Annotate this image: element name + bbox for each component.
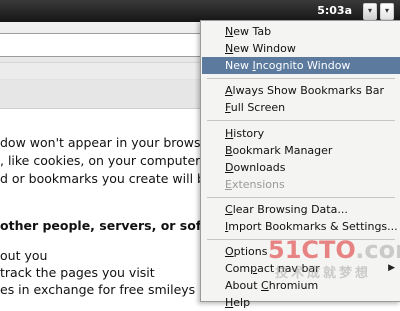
menu-item-extensions: Extensions: [202, 176, 400, 193]
watermark-domain: .com: [355, 236, 400, 264]
menu-item-always-show-bookmarks-bar[interactable]: Always Show Bookmarks Bar: [202, 82, 400, 99]
page-text-line: dow won't appear in your browser: [0, 135, 214, 150]
watermark-slogan: 技术成就梦想: [275, 266, 372, 281]
menu-item-label: Options: [225, 245, 268, 258]
address-bar[interactable]: [0, 33, 228, 57]
menu-item-full-screen[interactable]: Full Screen: [202, 99, 400, 116]
menu-item-history[interactable]: History: [202, 125, 400, 142]
menu-item-bookmark-manager[interactable]: Bookmark Manager: [202, 142, 400, 159]
menu-item-label: Full Screen: [225, 101, 286, 114]
page-list-item: out you: [0, 248, 48, 263]
menu-item-new-incognito-window[interactable]: New Incognito Window: [202, 57, 400, 74]
menu-item-label: Help: [225, 296, 251, 309]
panel-clock[interactable]: 5:03a: [317, 4, 352, 17]
page-text-line: , like cookies, on your computer af: [0, 153, 217, 168]
menu-item-import-bookmarks[interactable]: Import Bookmarks & Settings...: [202, 218, 400, 235]
menu-item-label: Clear Browsing Data...: [225, 203, 348, 216]
incognito-header-band: [0, 80, 205, 109]
menu-item-label: Extensions: [225, 178, 285, 191]
page-list-item: es in exchange for free smileys: [0, 282, 196, 297]
menu-separator: [207, 78, 395, 79]
system-panel: 5:03a ▾ ▾: [0, 0, 400, 22]
menu-item-label: Import Bookmarks & Settings...: [225, 220, 398, 233]
menu-item-new-window[interactable]: New Window: [202, 40, 400, 57]
menu-item-new-tab[interactable]: New Tab: [202, 23, 400, 40]
menu-item-label: History: [225, 127, 265, 140]
menu-item-label: New Window: [225, 42, 296, 55]
menu-separator: [207, 120, 395, 121]
menu-item-label: New Tab: [225, 25, 272, 38]
menu-item-label: Downloads: [225, 161, 286, 174]
page-subheading: other people, servers, or softwa: [0, 218, 228, 233]
menu-separator: [207, 197, 395, 198]
watermark-brand: 51CTO: [268, 236, 356, 264]
page-list-item: track the pages you visit: [0, 265, 155, 280]
menu-item-help[interactable]: Help: [202, 294, 400, 311]
menu-item-label: Bookmark Manager: [225, 144, 333, 157]
menu-item-label: Always Show Bookmarks Bar: [225, 84, 385, 97]
menu-item-downloads[interactable]: Downloads: [202, 159, 400, 176]
page-text-line: d or bookmarks you create will be: [0, 171, 213, 186]
wrench-menu-icon[interactable]: ▾: [380, 3, 394, 20]
menu-item-label: New Incognito Window: [225, 59, 351, 72]
page-menu-icon[interactable]: ▾: [363, 3, 377, 20]
watermark-logo: 51CTO.com: [268, 236, 400, 264]
menu-item-clear-browsing-data[interactable]: Clear Browsing Data...: [202, 201, 400, 218]
